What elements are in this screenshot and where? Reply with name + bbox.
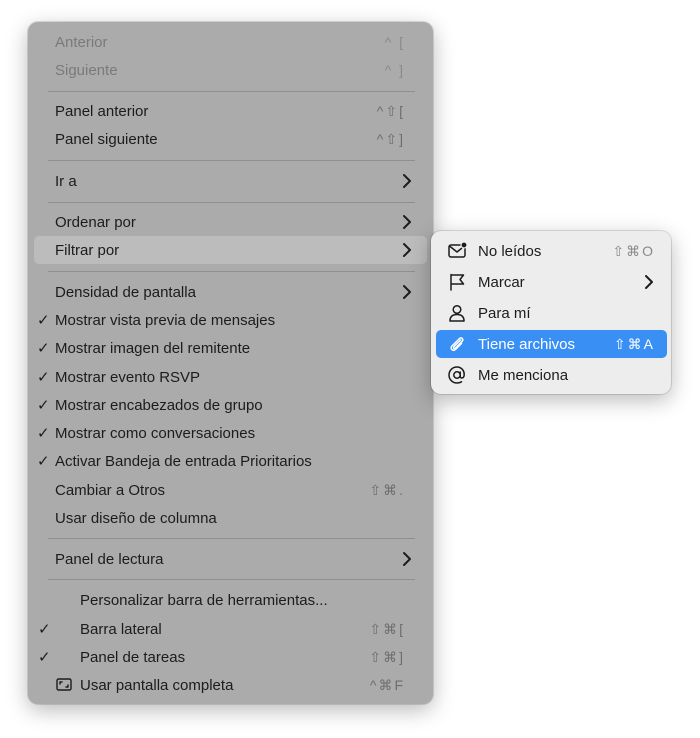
shortcut-text: ^ ] — [384, 62, 405, 78]
menu-item-panel-de-lectura[interactable]: Panel de lectura — [34, 545, 427, 573]
menu-item-siguiente[interactable]: Siguiente ^ ] — [34, 56, 427, 84]
menu-item-label: Siguiente — [55, 62, 118, 79]
chevron-right-icon — [403, 552, 411, 566]
submenu-item-no-leidos[interactable]: No leídos ⇧⌘O — [436, 237, 667, 265]
menu-item-label: Activar Bandeja de entrada Prioritarios — [55, 453, 312, 470]
menu-item-usar-pantalla-completa[interactable]: Usar pantalla completa ^⌘F — [34, 671, 427, 699]
menu-item-label: Mostrar encabezados de grupo — [55, 397, 263, 414]
fullscreen-icon — [56, 678, 72, 691]
chevron-right-icon — [403, 285, 411, 299]
shortcut-text: ^ [ — [384, 34, 405, 50]
menu-item-activar-prioritarios[interactable]: ✓ Activar Bandeja de entrada Prioritario… — [34, 447, 427, 475]
shortcut-text: ^⌘F — [369, 677, 405, 693]
submenu-item-label: Me menciona — [478, 367, 569, 384]
menu-item-filtrar-por[interactable]: Filtrar por — [34, 236, 427, 264]
menu-item-mostrar-conversaciones[interactable]: ✓ Mostrar como conversaciones — [34, 419, 427, 447]
menu-item-label: Usar pantalla completa — [80, 677, 234, 694]
filter-submenu: No leídos ⇧⌘O Marcar Para mí Tiene archi… — [431, 231, 671, 394]
menu-item-label: Densidad de pantalla — [55, 284, 196, 301]
menu-item-label: Usar diseño de columna — [55, 510, 217, 527]
checkmark-icon: ✓ — [37, 397, 50, 414]
checkmark-icon: ✓ — [37, 425, 50, 442]
menu-item-panel-siguiente[interactable]: Panel siguiente ^⇧] — [34, 125, 427, 153]
menu-item-label: Barra lateral — [80, 621, 162, 638]
checkmark-icon: ✓ — [38, 621, 51, 638]
menu-item-label: Mostrar evento RSVP — [55, 369, 201, 386]
chevron-right-icon — [403, 215, 411, 229]
shortcut-text: ⇧⌘[ — [369, 621, 405, 637]
checkmark-icon: ✓ — [37, 312, 50, 329]
menu-item-mostrar-evento-rsvp[interactable]: ✓ Mostrar evento RSVP — [34, 363, 427, 391]
submenu-item-me-menciona[interactable]: Me menciona — [436, 361, 667, 389]
shortcut-text: ⇧⌘A — [613, 336, 655, 352]
menu-item-panel-de-tareas[interactable]: ✓ Panel de tareas ⇧⌘] — [34, 643, 427, 671]
checkmark-icon: ✓ — [37, 453, 50, 470]
menu-item-label: Filtrar por — [55, 242, 120, 259]
submenu-item-label: Para mí — [478, 305, 531, 322]
submenu-item-tiene-archivos[interactable]: Tiene archivos ⇧⌘A — [436, 330, 667, 358]
shortcut-text: ^⇧[ — [376, 103, 405, 119]
menu-item-cambiar-a-otros[interactable]: Cambiar a Otros ⇧⌘. — [34, 476, 427, 504]
menu-item-label: Panel de lectura — [55, 551, 164, 568]
menu-item-ir-a[interactable]: Ir a — [34, 167, 427, 195]
paperclip-icon — [450, 337, 464, 352]
checkmark-icon: ✓ — [37, 369, 50, 386]
menu-separator — [48, 579, 415, 580]
person-icon — [449, 304, 465, 322]
menu-item-label: Ir a — [55, 173, 77, 190]
menu-item-densidad-de-pantalla[interactable]: Densidad de pantalla — [34, 278, 427, 306]
menu-separator — [48, 160, 415, 161]
menu-item-panel-anterior[interactable]: Panel anterior ^⇧[ — [34, 97, 427, 125]
at-sign-icon — [448, 366, 465, 384]
menu-item-label: Mostrar como conversaciones — [55, 425, 256, 442]
menu-item-mostrar-encabezados-grupo[interactable]: ✓ Mostrar encabezados de grupo — [34, 391, 427, 419]
checkmark-icon: ✓ — [38, 649, 51, 666]
menu-item-label: Panel anterior — [55, 103, 149, 120]
shortcut-text: ^⇧] — [376, 131, 405, 147]
chevron-right-icon — [645, 275, 653, 289]
menu-item-barra-lateral[interactable]: ✓ Barra lateral ⇧⌘[ — [34, 615, 427, 643]
menu-item-label: Panel de tareas — [80, 649, 186, 666]
shortcut-text: ⇧⌘. — [369, 482, 405, 498]
checkmark-icon: ✓ — [37, 340, 50, 357]
menu-item-label: Ordenar por — [55, 214, 136, 231]
menu-separator — [48, 538, 415, 539]
menu-separator — [48, 271, 415, 272]
submenu-item-label: Marcar — [478, 274, 525, 291]
submenu-item-marcar[interactable]: Marcar — [436, 268, 667, 296]
menu-item-usar-diseno-columna[interactable]: Usar diseño de columna — [34, 504, 427, 532]
submenu-item-label: Tiene archivos — [478, 336, 575, 353]
shortcut-text: ⇧⌘O — [612, 243, 655, 259]
menu-item-ordenar-por[interactable]: Ordenar por — [34, 208, 427, 236]
unread-mail-icon — [448, 241, 467, 258]
menu-item-label: Panel siguiente — [55, 131, 158, 148]
chevron-right-icon — [403, 174, 411, 188]
menu-item-label: Cambiar a Otros — [55, 482, 166, 499]
menu-item-label: Personalizar barra de herramientas... — [80, 592, 328, 609]
menu-item-personalizar-barra[interactable]: Personalizar barra de herramientas... — [34, 586, 427, 614]
chevron-right-icon — [403, 243, 411, 257]
view-menu: Anterior ^ [ Siguiente ^ ] Panel anterio… — [28, 22, 433, 704]
menu-separator — [48, 202, 415, 203]
menu-item-label: Mostrar imagen del remitente — [55, 340, 251, 357]
menu-item-label: Anterior — [55, 34, 108, 51]
menu-item-mostrar-imagen-remitente[interactable]: ✓ Mostrar imagen del remitente — [34, 334, 427, 362]
menu-item-anterior[interactable]: Anterior ^ [ — [34, 28, 427, 56]
submenu-item-label: No leídos — [478, 243, 542, 260]
shortcut-text: ⇧⌘] — [369, 649, 405, 665]
menu-item-mostrar-vista-previa[interactable]: ✓ Mostrar vista previa de mensajes — [34, 306, 427, 334]
submenu-item-para-mi[interactable]: Para mí — [436, 299, 667, 327]
menu-separator — [48, 91, 415, 92]
menu-item-label: Mostrar vista previa de mensajes — [55, 312, 276, 329]
flag-icon — [450, 273, 465, 291]
